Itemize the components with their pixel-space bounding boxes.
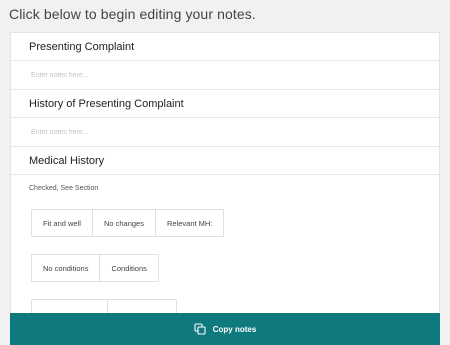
copy-notes-label: Copy notes xyxy=(212,324,257,334)
page-heading: Click below to begin editing your notes. xyxy=(9,6,256,22)
chip-row: No conditions Conditions xyxy=(11,254,439,282)
presenting-complaint-notes-input[interactable] xyxy=(11,61,439,90)
chip-group: Fit and well No changes Relevant MH: xyxy=(31,209,225,237)
medical-history-status: Checked, See Section xyxy=(29,185,99,192)
copy-notes-button[interactable]: Copy notes xyxy=(10,313,440,345)
chip-group: No conditions Conditions xyxy=(31,254,159,282)
section-header-presenting-complaint: Presenting Complaint xyxy=(11,33,439,61)
section-header-medical-history: Medical History xyxy=(11,147,439,175)
history-presenting-complaint-notes-input[interactable] xyxy=(11,118,439,147)
section-header-history-presenting-complaint: History of Presenting Complaint xyxy=(11,90,439,118)
chip-relevant-mh[interactable]: Relevant MH: xyxy=(156,210,223,236)
chip-fit-and-well[interactable]: Fit and well xyxy=(32,210,93,236)
chip-row: Fit and well No changes Relevant MH: xyxy=(11,209,439,237)
notes-panel: Presenting Complaint History of Presenti… xyxy=(10,32,440,345)
chip-conditions[interactable]: Conditions xyxy=(100,255,157,281)
chip-no-conditions[interactable]: No conditions xyxy=(32,255,101,281)
copy-icon xyxy=(194,323,206,335)
chip-no-changes[interactable]: No changes xyxy=(93,210,156,236)
